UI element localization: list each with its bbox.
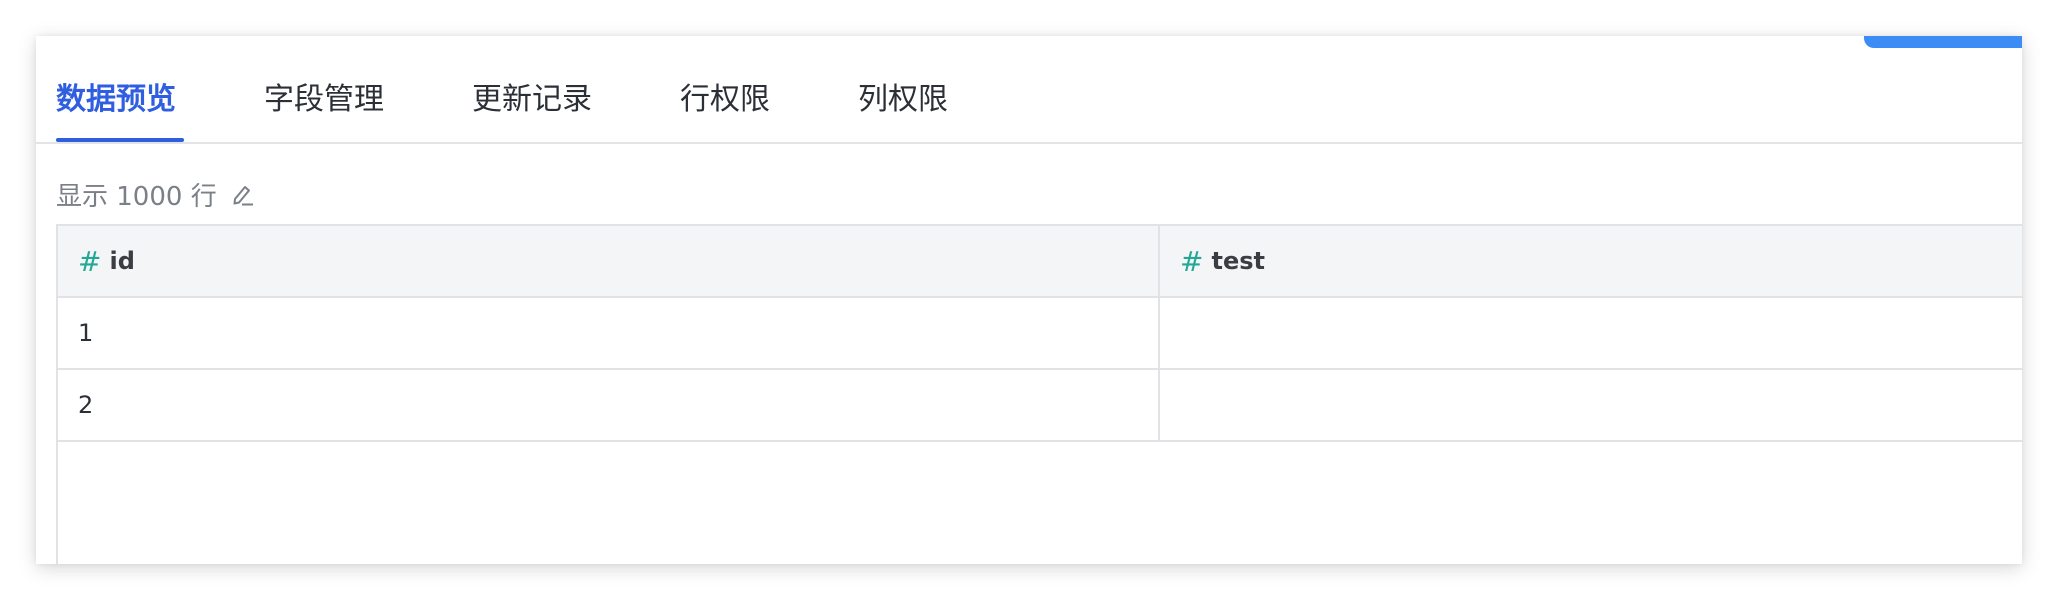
row-limit-setting[interactable]: 显示 1000 行 — [56, 176, 255, 212]
table-cell[interactable]: 2 — [58, 370, 1158, 440]
column-header-test[interactable]: # test — [1160, 226, 2022, 296]
table-row: 1 — [58, 298, 2022, 370]
table-row: 2 — [58, 370, 2022, 442]
tab-data-preview[interactable]: 数据预览 — [56, 80, 176, 120]
row-limit-label: 显示 1000 行 — [56, 181, 217, 212]
data-preview-table: # id # test 1 2 — [56, 224, 2022, 564]
tab-update-history[interactable]: 更新记录 — [472, 80, 592, 120]
pencil-icon[interactable] — [229, 181, 255, 207]
number-type-icon: # — [1180, 244, 1204, 278]
tab-column-permissions[interactable]: 列权限 — [858, 80, 948, 120]
column-divider — [1158, 226, 1160, 442]
table-cell[interactable]: 1 — [58, 298, 1158, 368]
active-tab-indicator — [56, 138, 184, 142]
number-type-icon: # — [78, 244, 102, 278]
column-header-label: test — [1211, 247, 1265, 275]
table-cell[interactable] — [1160, 298, 2022, 368]
table-header: # id # test — [58, 226, 2022, 298]
table-cell[interactable] — [1160, 370, 2022, 440]
column-header-id[interactable]: # id — [58, 226, 1158, 296]
tab-field-management[interactable]: 字段管理 — [264, 80, 384, 120]
column-header-label: id — [109, 247, 135, 275]
tab-row-permissions[interactable]: 行权限 — [680, 80, 770, 120]
tab-bar: 数据预览 字段管理 更新记录 行权限 列权限 — [36, 36, 2022, 144]
dataset-panel: 数据预览 字段管理 更新记录 行权限 列权限 显示 1000 行 # id # … — [36, 36, 2022, 564]
